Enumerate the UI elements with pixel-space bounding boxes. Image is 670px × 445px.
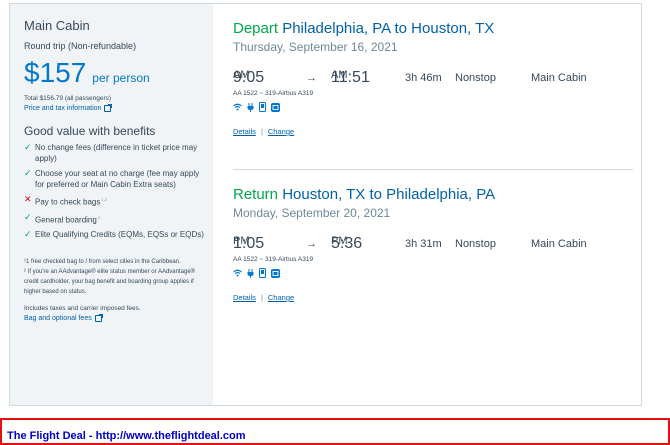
segment-date: Monday, September 20, 2021 [233,206,391,220]
arrow-right-icon: → [306,72,317,84]
itinerary-panel: Depart Philadelphia, PA to Houston, TX T… [213,4,641,405]
benefit-footnote-ref: 2 [97,214,101,220]
segment-route: Return Houston, TX to Philadelphia, PA [233,186,633,203]
fare-sidebar: Main Cabin Round trip (Non-refundable) $… [10,4,213,405]
benefit-text: Pay to check bags [35,197,101,207]
details-link[interactable]: Details [233,293,256,302]
duration: 3h 31m [405,238,442,250]
benefits-list: ✓ No change fees (difference in ticket pr… [24,142,213,240]
depart-ampm: AM [233,69,250,81]
flight-number: AA 1522 [233,256,258,263]
check-icon: ✓ [24,229,32,240]
benefit-item: ✓ No change fees (difference in ticket pr… [24,142,213,164]
streaming-icon [271,102,280,112]
segment-direction: Depart [233,20,279,37]
benefit-text: Elite Qualifying Credits (EQMs, EQSs or … [35,230,204,240]
benefits-title: Good value with benefits [24,124,156,138]
depart-segment: Depart Philadelphia, PA to Houston, TX T… [233,20,633,136]
flight-info: AA 1522 = 319-Airbus A319 [233,256,633,263]
arrive-ampm: AM [331,69,348,81]
footnotes: ¹1 free checked bag to / from select cit… [24,257,213,297]
streaming-icon [271,268,280,278]
bag-fees-link[interactable]: Bag and optional fees [24,314,213,323]
segment-links: Details | Change [233,127,633,136]
link-separator: | [260,127,263,136]
segment-times: 9:05 AM → 11:51 AM 3h 46m Nonstop Main C… [233,69,633,89]
price-tax-link[interactable]: Price and tax information [24,104,213,112]
change-link[interactable]: Change [268,127,294,136]
depart-ampm: PM [233,235,250,247]
change-link[interactable]: Change [268,293,294,302]
price-tax-link-label[interactable]: Price and tax information [24,105,101,112]
flight-info: AA 1522 = 319-Airbus A319 [233,90,633,97]
benefit-item: ✓ General boarding2 [24,212,213,226]
external-link-icon [104,104,113,112]
per-person-label: per person [92,71,150,85]
segment-route-text: Philadelphia, PA to Houston, TX [282,20,495,37]
wifi-icon [233,269,242,277]
duration: 3h 46m [405,72,442,84]
mobile-entertainment-icon [259,102,266,112]
benefit-text: No change fees (difference in ticket pri… [35,143,198,163]
mobile-entertainment-icon [259,268,266,278]
flight-separator: = [259,256,264,263]
taxes-note: Includes taxes and carrier imposed fees. [24,305,141,313]
stops: Nonstop [455,238,496,250]
trip-type: Round trip (Non-refundable) [24,41,137,51]
link-separator: | [260,293,263,302]
aircraft: 319-Airbus A319 [265,256,314,263]
segment-links: Details | Change [233,293,633,302]
details-link[interactable]: Details [233,127,256,136]
power-icon [247,102,254,112]
benefit-item: ✓ Elite Qualifying Credits (EQMs, EQSs or… [24,229,213,240]
check-icon: ✓ [24,211,32,222]
check-icon: ✓ [24,142,32,152]
benefit-item: ✕ Pay to check bags1,2 [24,194,213,208]
segment-divider [233,169,633,170]
aircraft: 319-Airbus A319 [265,90,314,97]
arrive-ampm: PM [331,235,348,247]
flight-separator: = [259,90,264,97]
return-segment: Return Houston, TX to Philadelphia, PA M… [233,186,633,302]
power-icon [247,268,254,278]
segment-cabin: Main Cabin [531,238,587,250]
footnote-1: ¹1 free checked bag to / from select cit… [24,259,181,266]
flight-deal-banner: The Flight Deal - http://www.theflightde… [0,418,670,445]
amenity-icons [233,268,633,278]
benefit-item: ✓ Choose your seat at no charge (fee may … [24,168,213,190]
segment-times: 1:05 PM → 5:36 PM 3h 31m Nonstop Main Ca… [233,235,633,255]
benefit-text: Choose your seat at no charge (fee may a… [35,169,200,189]
price: $157 [24,57,87,88]
segment-direction: Return [233,186,279,203]
x-icon: ✕ [24,194,32,204]
flight-number: AA 1522 [233,90,258,97]
segment-cabin: Main Cabin [531,72,587,84]
bag-fees-link-label[interactable]: Bag and optional fees [24,315,92,322]
check-icon: ✓ [24,168,32,178]
benefit-text: General boarding [35,215,97,225]
segment-date: Thursday, September 16, 2021 [233,40,398,54]
external-link-icon [94,314,103,323]
price-row: $157 per person [24,57,213,89]
segment-route: Depart Philadelphia, PA to Houston, TX [233,20,633,37]
amenity-icons [233,102,633,112]
stops: Nonstop [455,72,496,84]
footnote-2: ² If you're an AAdvantage® elite status … [24,269,196,296]
wifi-icon [233,103,242,111]
cabin-title: Main Cabin [24,18,90,33]
benefit-footnote-ref: 1,2 [101,197,107,202]
arrow-right-icon: → [306,238,317,250]
fare-summary-card: Main Cabin Round trip (Non-refundable) $… [9,3,642,406]
segment-route-text: Houston, TX to Philadelphia, PA [282,186,496,203]
total-price: Total $156.79 (all passengers) [24,95,112,102]
banner-text: The Flight Deal - http://www.theflightde… [7,430,246,442]
